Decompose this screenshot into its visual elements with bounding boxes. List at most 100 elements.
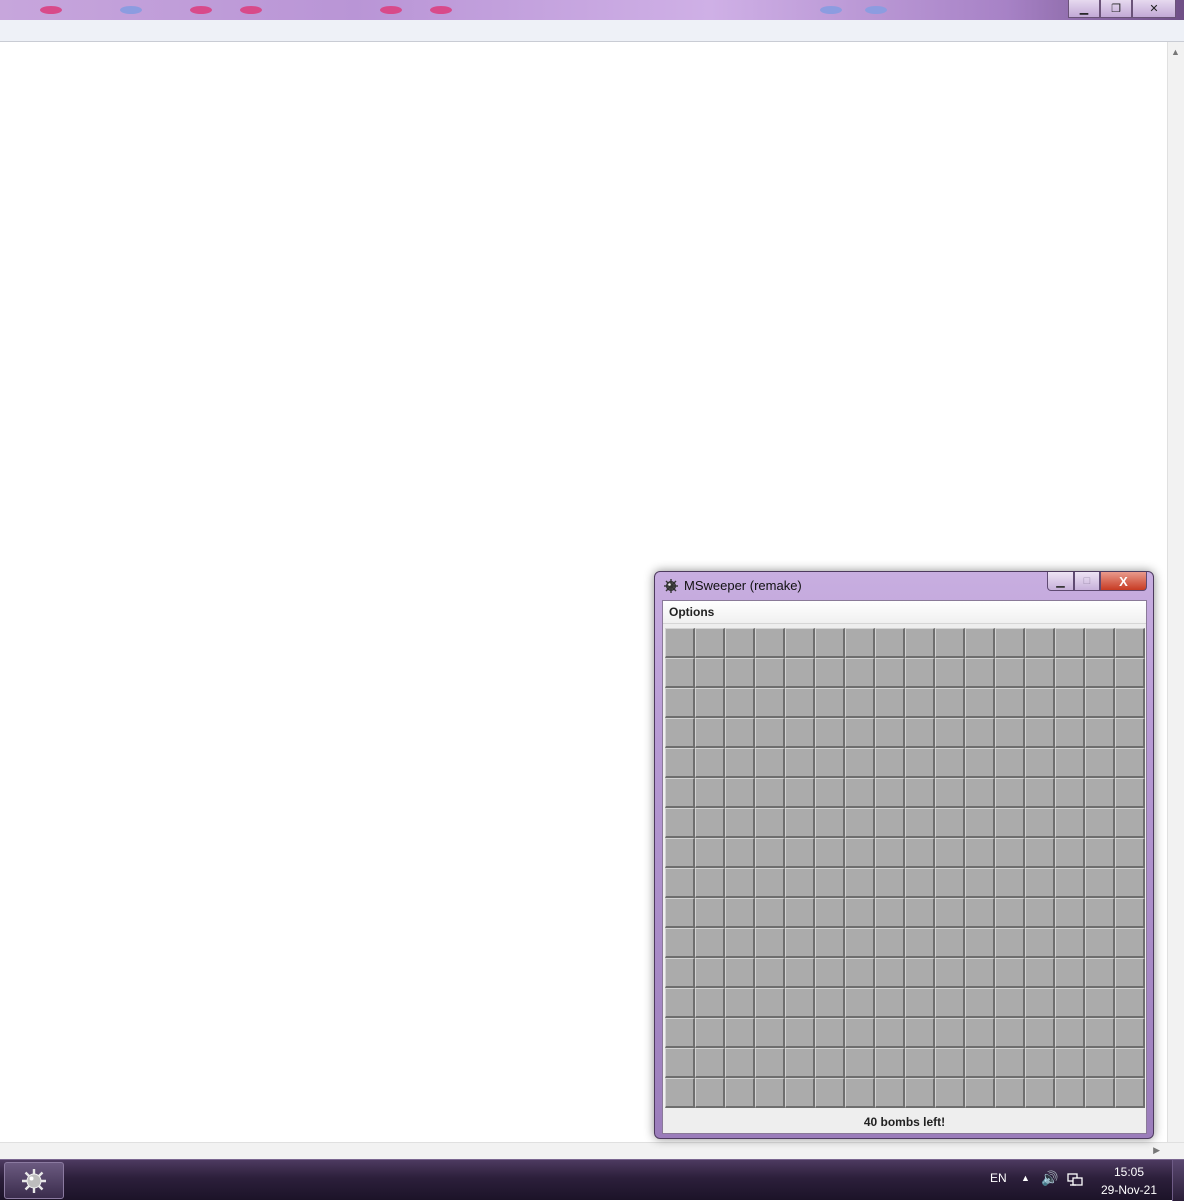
clock-time[interactable]: 15:05 [1098, 1165, 1160, 1179]
scroll-up-icon[interactable]: ▲ [1171, 47, 1180, 57]
mine-cell[interactable] [695, 898, 725, 928]
mine-cell[interactable] [905, 658, 935, 688]
mine-cell[interactable] [905, 1048, 935, 1078]
mine-cell[interactable] [785, 898, 815, 928]
mine-cell[interactable] [755, 688, 785, 718]
mine-cell[interactable] [1025, 1078, 1055, 1108]
mine-cell[interactable] [875, 1048, 905, 1078]
mine-cell[interactable] [905, 838, 935, 868]
mine-cell[interactable] [1025, 718, 1055, 748]
mine-cell[interactable] [1115, 958, 1145, 988]
mine-cell[interactable] [995, 718, 1025, 748]
mine-cell[interactable] [695, 628, 725, 658]
mine-cell[interactable] [1055, 688, 1085, 718]
close-button[interactable]: X [1100, 572, 1147, 591]
mine-cell[interactable] [815, 718, 845, 748]
mine-cell[interactable] [995, 628, 1025, 658]
mine-cell[interactable] [665, 628, 695, 658]
mine-cell[interactable] [875, 958, 905, 988]
mine-cell[interactable] [995, 748, 1025, 778]
mine-cell[interactable] [905, 898, 935, 928]
mine-cell[interactable] [785, 658, 815, 688]
mine-cell[interactable] [785, 748, 815, 778]
mine-cell[interactable] [725, 628, 755, 658]
mine-cell[interactable] [665, 988, 695, 1018]
mine-cell[interactable] [995, 988, 1025, 1018]
mine-cell[interactable] [1055, 718, 1085, 748]
mine-cell[interactable] [755, 748, 785, 778]
mine-cell[interactable] [785, 988, 815, 1018]
mine-cell[interactable] [725, 928, 755, 958]
mine-cell[interactable] [845, 628, 875, 658]
mine-cell[interactable] [785, 838, 815, 868]
mine-cell[interactable] [665, 868, 695, 898]
mine-cell[interactable] [725, 658, 755, 688]
mine-cell[interactable] [1055, 838, 1085, 868]
mine-cell[interactable] [1055, 628, 1085, 658]
mine-cell[interactable] [815, 1018, 845, 1048]
mine-cell[interactable] [1025, 688, 1055, 718]
mine-cell[interactable] [965, 898, 995, 928]
mine-cell[interactable] [875, 838, 905, 868]
mine-cell[interactable] [815, 748, 845, 778]
mine-cell[interactable] [965, 928, 995, 958]
mine-cell[interactable] [755, 988, 785, 1018]
mine-cell[interactable] [815, 628, 845, 658]
mine-cell[interactable] [785, 628, 815, 658]
mine-cell[interactable] [905, 958, 935, 988]
mine-cell[interactable] [845, 808, 875, 838]
mine-cell[interactable] [695, 808, 725, 838]
mine-cell[interactable] [965, 718, 995, 748]
mine-cell[interactable] [965, 748, 995, 778]
mine-cell[interactable] [695, 658, 725, 688]
mine-cell[interactable] [815, 658, 845, 688]
mine-cell[interactable] [755, 1048, 785, 1078]
background-close-button[interactable]: ✕ [1132, 0, 1176, 18]
mine-cell[interactable] [1115, 988, 1145, 1018]
mine-cell[interactable] [755, 958, 785, 988]
mine-cell[interactable] [1115, 808, 1145, 838]
mine-cell[interactable] [755, 1018, 785, 1048]
mine-cell[interactable] [815, 928, 845, 958]
mine-cell[interactable] [755, 808, 785, 838]
mine-cell[interactable] [665, 718, 695, 748]
mine-cell[interactable] [1055, 958, 1085, 988]
mine-cell[interactable] [1085, 658, 1115, 688]
mine-cell[interactable] [725, 688, 755, 718]
mine-cell[interactable] [695, 988, 725, 1018]
mine-cell[interactable] [935, 658, 965, 688]
mine-cell[interactable] [1115, 868, 1145, 898]
mine-cell[interactable] [905, 748, 935, 778]
mine-cell[interactable] [845, 1048, 875, 1078]
mine-cell[interactable] [845, 1018, 875, 1048]
mine-cell[interactable] [1085, 958, 1115, 988]
mine-cell[interactable] [1055, 1018, 1085, 1048]
mine-cell[interactable] [785, 778, 815, 808]
mine-cell[interactable] [935, 898, 965, 928]
mine-cell[interactable] [815, 988, 845, 1018]
mine-cell[interactable] [965, 868, 995, 898]
mine-cell[interactable] [1025, 808, 1055, 838]
mine-cell[interactable] [1025, 748, 1055, 778]
mine-cell[interactable] [665, 928, 695, 958]
mine-cell[interactable] [815, 958, 845, 988]
mine-cell[interactable] [935, 928, 965, 958]
mine-cell[interactable] [995, 658, 1025, 688]
mine-cell[interactable] [1055, 928, 1085, 958]
background-vertical-scrollbar[interactable]: ▲ [1167, 42, 1184, 1142]
mine-cell[interactable] [935, 1048, 965, 1078]
mine-cell[interactable] [1055, 1048, 1085, 1078]
mine-cell[interactable] [1115, 778, 1145, 808]
mine-cell[interactable] [815, 778, 845, 808]
mine-cell[interactable] [755, 718, 785, 748]
mine-cell[interactable] [665, 778, 695, 808]
mine-cell[interactable] [1115, 1078, 1145, 1108]
mine-cell[interactable] [695, 718, 725, 748]
mine-cell[interactable] [875, 718, 905, 748]
mine-cell[interactable] [815, 1048, 845, 1078]
mine-cell[interactable] [815, 898, 845, 928]
mine-cell[interactable] [995, 778, 1025, 808]
mine-cell[interactable] [665, 1048, 695, 1078]
mine-cell[interactable] [875, 1078, 905, 1108]
mine-cell[interactable] [965, 838, 995, 868]
